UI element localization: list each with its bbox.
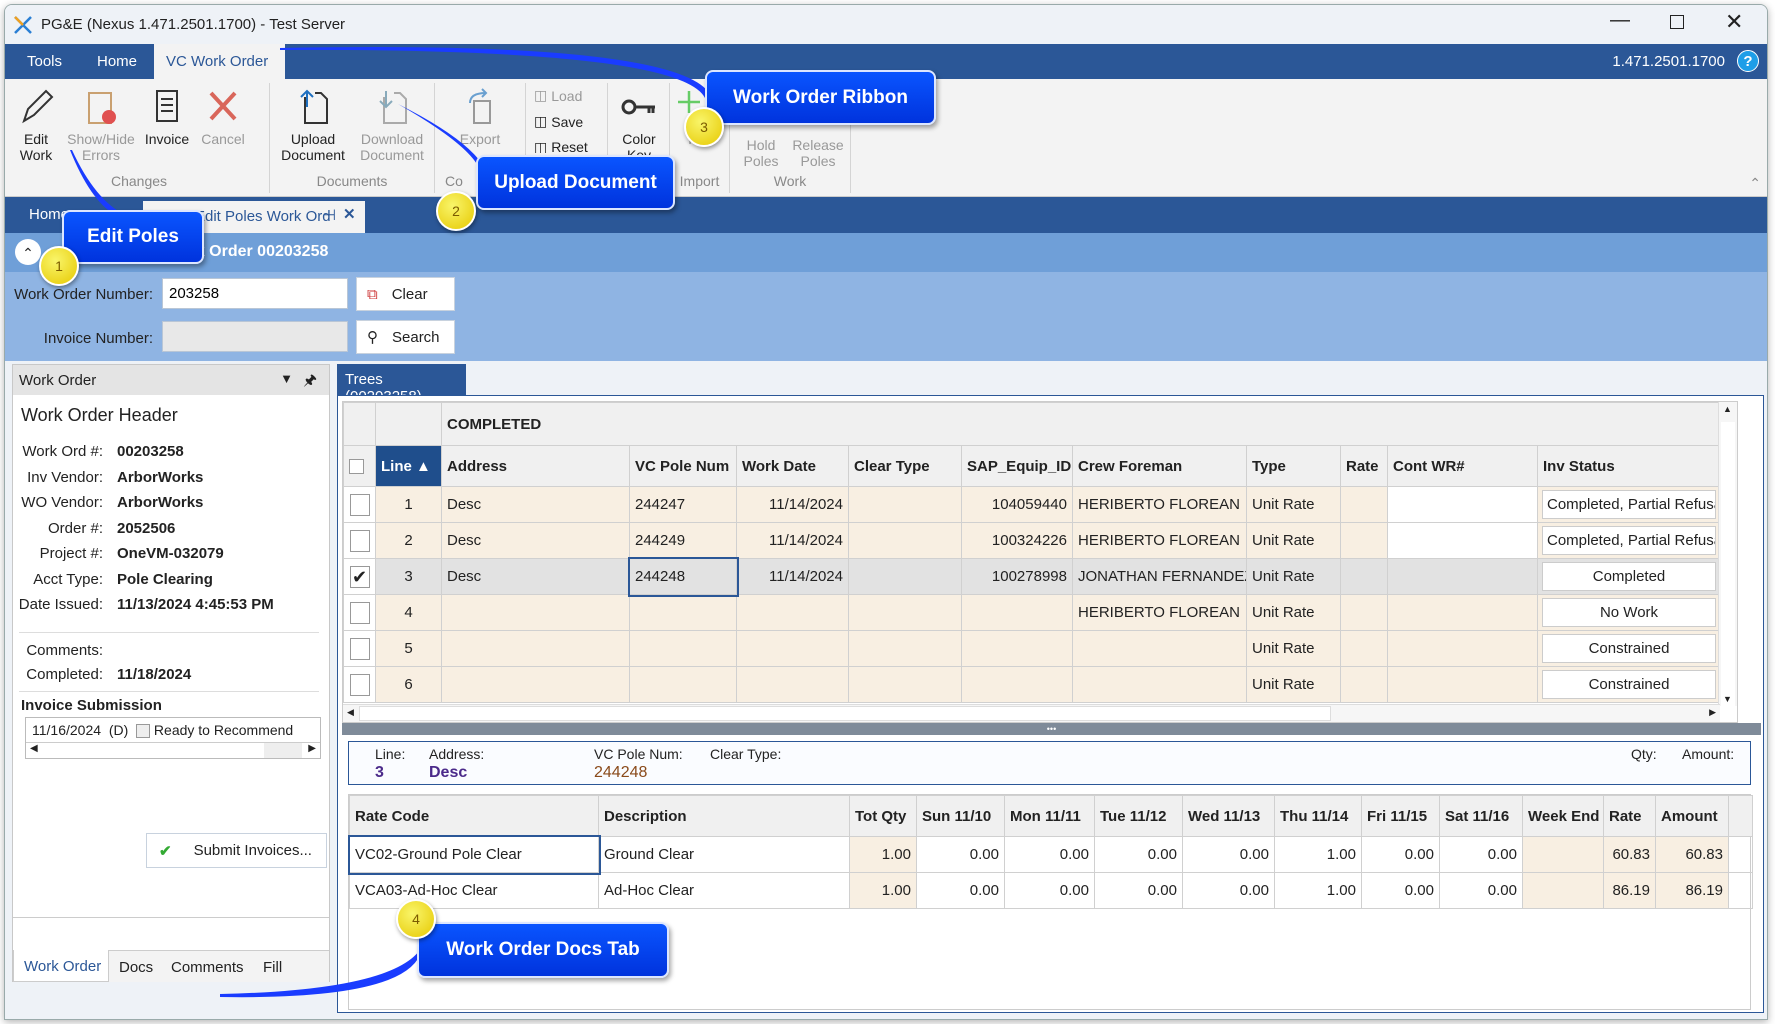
callout-work-order-ribbon: Work Order Ribbon — [705, 70, 936, 125]
callout-badge-3: 3 — [684, 107, 724, 147]
callout-badge-1: 1 — [39, 246, 79, 286]
callout-badge-4: 4 — [396, 899, 436, 939]
callout-edit-poles: Edit Poles — [62, 210, 204, 264]
callout-work-order-docs-tab: Work Order Docs Tab — [417, 922, 669, 978]
callout-badge-2: 2 — [436, 191, 476, 231]
connector-docs-tab — [220, 940, 425, 998]
callout-connectors — [70, 47, 712, 998]
connector-ribbon — [280, 47, 712, 98]
connector-upload — [398, 104, 486, 170]
callout-upload-document: Upload Document — [476, 155, 675, 210]
connector-edit-poles — [70, 150, 125, 215]
